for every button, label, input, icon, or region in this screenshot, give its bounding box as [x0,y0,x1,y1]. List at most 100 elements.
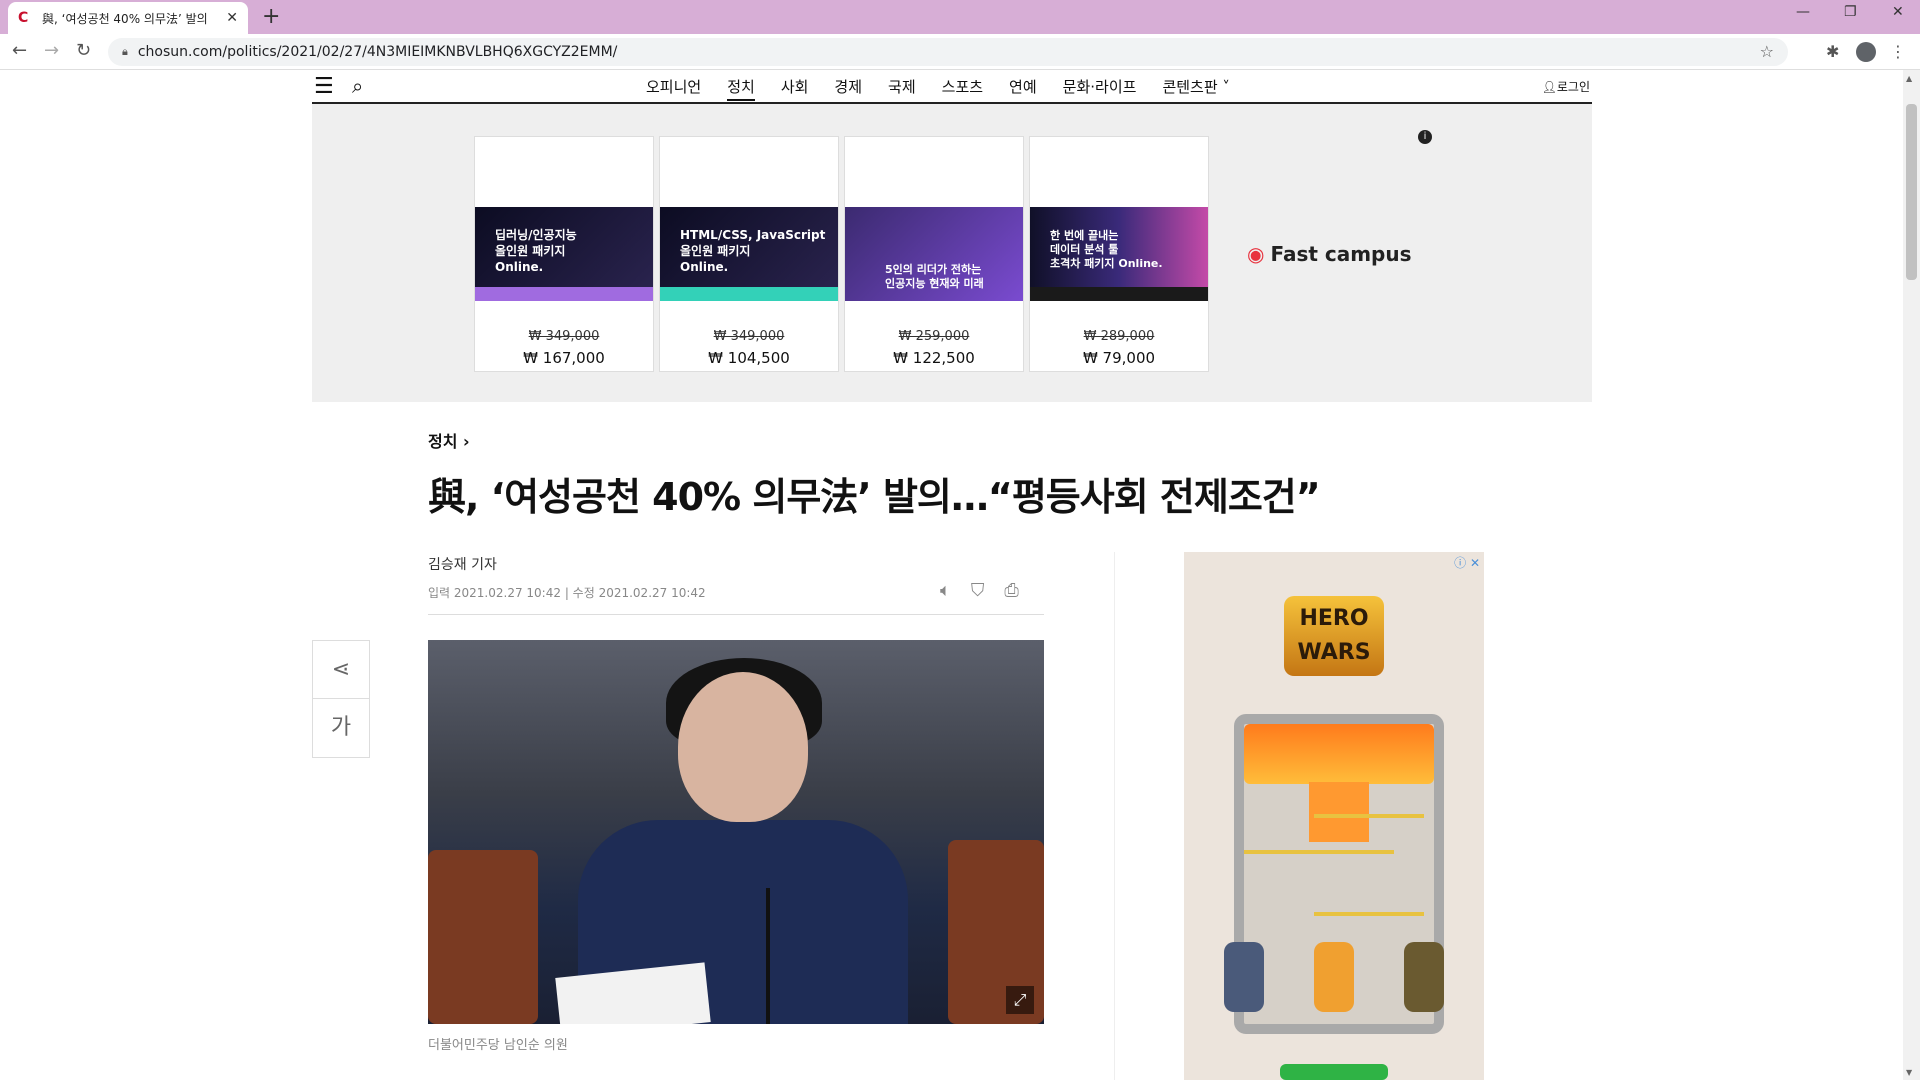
ad-card-accent-bar [475,287,653,301]
ad-card-new-price: ₩ 122,500 [893,349,975,367]
ad-card-image: 5인의 리더가 전하는 인공지능 현재와 미래 [845,207,1023,301]
hamburger-menu-icon[interactable]: ☰ [314,74,334,99]
browser-tab[interactable]: C 與, ‘여성공천 40% 의무法’ 발의 ✕ [8,2,248,34]
tab-close-icon[interactable]: ✕ [226,10,238,26]
ad-lava [1244,724,1434,784]
forward-icon[interactable]: → [44,40,59,61]
photo-microphone [766,888,770,1024]
section-label: 정치 [428,432,458,451]
bookmark-star-icon[interactable]: ☆ [1760,42,1774,61]
photo-subject-face [678,672,808,822]
fastcampus-logo[interactable]: ◉ Fast campus [1247,242,1412,266]
ad-card-accent-bar [660,287,838,301]
back-icon[interactable]: ← [12,40,27,61]
chosun-favicon-icon: C [18,10,29,26]
ad-pin [1314,912,1424,916]
ad-card-new-price: ₩ 104,500 [708,349,790,367]
photo-chair-left [428,850,538,1024]
ad-card-accent-bar [1030,287,1208,301]
restore-icon[interactable]: ❐ [1844,4,1857,20]
scroll-down-icon[interactable]: ▼ [1906,1068,1912,1077]
tab-title: 與, ‘여성공천 40% 의무法’ 발의 [42,11,208,26]
profile-avatar-icon[interactable] [1856,42,1876,62]
ad-card-image: HTML/CSS, JavaScript 올인원 패키지 Online. [660,207,838,301]
nav-opinion[interactable]: 오피니언 [646,76,701,101]
new-tab-icon[interactable]: + [262,4,280,29]
ad-card-old-price: ₩ 289,000 [1083,329,1155,344]
ad-card-old-price: ₩ 349,000 [713,329,785,344]
article-byline[interactable]: 김승재 기자 [428,554,497,574]
nav-contents[interactable]: 콘텐츠판 ˅ [1162,76,1229,101]
ad-card-image-text: HTML/CSS, JavaScript 올인원 패키지 Online. [680,228,826,274]
nav-sports[interactable]: 스포츠 [942,76,983,101]
fastcampus-mark-icon: ◉ [1247,242,1265,266]
user-icon: 👤︎ [1541,80,1557,94]
extensions-icon[interactable]: ✱ [1826,42,1839,61]
category-menu: 오피니언 정치 사회 경제 국제 스포츠 연예 문화·라이프 콘텐츠판 ˅ [646,76,1256,101]
nav-politics[interactable]: 정치 [727,76,755,101]
article-dates: 입력 2021.02.27 10:42 | 수정 2021.02.27 10:4… [428,586,706,600]
nav-society[interactable]: 사회 [781,76,809,101]
url-text: chosun.com/politics/2021/02/27/4N3MIEIMK… [137,44,618,60]
top-ad-banner: 딥러닝/인공지능 올인원 패키지 Online. ₩ 349,000 ₩ 167… [312,104,1592,402]
nav-international[interactable]: 국제 [888,76,916,101]
ad-pin [1314,814,1424,818]
minimize-icon[interactable]: — [1796,4,1810,20]
ad-card-image: 딥러닝/인공지능 올인원 패키지 Online. [475,207,653,301]
ad-hero-girl [1314,942,1354,1012]
ad-card[interactable]: 딥러닝/인공지능 올인원 패키지 Online. ₩ 349,000 ₩ 167… [474,136,654,372]
scrollbar-thumb[interactable] [1906,104,1917,280]
speaker-icon[interactable]: 🔈︎ [940,580,951,601]
ad-info-icon[interactable]: i [1418,130,1432,144]
adchoices-close-icon[interactable]: ⓘ ✕ [1454,554,1480,571]
login-label: 로그인 [1556,80,1590,94]
nav-contents-label: 콘텐츠판 [1162,78,1218,96]
nav-culture-life[interactable]: 문화·라이프 [1063,76,1137,101]
ad-pin [1244,850,1394,854]
side-ad[interactable]: ⓘ ✕ HERO WARS [1184,552,1484,1080]
window-close-icon[interactable]: ✕ [1892,4,1904,20]
lock-icon: 🔒︎ [122,45,128,58]
reload-icon[interactable]: ↻ [76,40,91,61]
ad-card[interactable]: 한 번에 끝내는 데이터 분석 툴 초격차 패키지 Online. ₩ 289,… [1029,136,1209,372]
tab-strip: C 與, ‘여성공천 40% 의무法’ 발의 ✕ + — ❐ ✕ [0,0,1920,34]
ad-card-old-price: ₩ 259,000 [898,329,970,344]
browser-toolbar: ← → ↻ 🔒︎ chosun.com/politics/2021/02/27/… [0,34,1920,70]
address-bar[interactable]: 🔒︎ chosun.com/politics/2021/02/27/4N3MIE… [108,38,1788,66]
photo-caption: 더불어민주당 남인순 의원 [428,1038,568,1053]
ad-card-new-price: ₩ 79,000 [1082,349,1156,367]
scroll-up-icon[interactable]: ▲ [1906,74,1912,83]
ad-card[interactable]: HTML/CSS, JavaScript 올인원 패키지 Online. ₩ 3… [659,136,839,372]
ad-lava-drop [1309,782,1369,842]
divider [428,614,1044,615]
ad-card-new-price: ₩ 167,000 [523,349,605,367]
ad-card[interactable]: 5인의 리더가 전하는 인공지능 현재와 미래 ₩ 259,000 ₩ 122,… [844,136,1024,372]
site-nav: ☰ ⌕ 오피니언 정치 사회 경제 국제 스포츠 연예 문화·라이프 콘텐츠판 … [312,70,1592,104]
hero-wars-logo: HERO WARS [1284,596,1384,676]
login-link[interactable]: 👤︎로그인 [1542,78,1590,95]
chevron-right-icon: › [457,432,470,451]
ad-card-image-text: 5인의 리더가 전하는 인공지능 현재와 미래 [885,263,984,290]
floating-side-tools: ⋖ 가 [312,640,370,758]
ad-card-old-price: ₩ 349,000 [528,329,600,344]
ad-cta-button[interactable] [1280,1064,1388,1080]
ad-card-image-text: 한 번에 끝내는 데이터 분석 툴 초격차 패키지 Online. [1050,229,1163,270]
article-photo[interactable]: ⤢ [428,640,1044,1024]
expand-icon[interactable]: ⤢ [1006,986,1034,1014]
article-headline: 與, ‘여성공천 40% 의무法’ 발의…“평등사회 전제조건” [428,475,1321,519]
ad-card-image: 한 번에 끝내는 데이터 분석 툴 초격차 패키지 Online. [1030,207,1208,301]
ad-card-image-text: 딥러닝/인공지능 올인원 패키지 Online. [495,228,577,274]
nav-entertainment[interactable]: 연예 [1009,76,1037,101]
print-icon[interactable]: ⎙ [1004,580,1018,601]
bookmark-icon[interactable]: ⛉ [971,580,985,601]
column-divider [1114,552,1115,1080]
chevron-down-icon: ˅ [1217,78,1230,96]
nav-economy[interactable]: 경제 [834,76,862,101]
browser-menu-icon[interactable]: ⋮ [1890,42,1906,61]
font-size-button[interactable]: 가 [313,699,369,757]
section-breadcrumb[interactable]: 정치 › [428,428,470,452]
article-tools: 🔈︎ ⛉ ⎙ [940,580,1019,601]
ad-hero-goblin [1404,942,1444,1012]
share-icon[interactable]: ⋖ [313,641,369,699]
search-icon[interactable]: ⌕ [352,74,363,98]
